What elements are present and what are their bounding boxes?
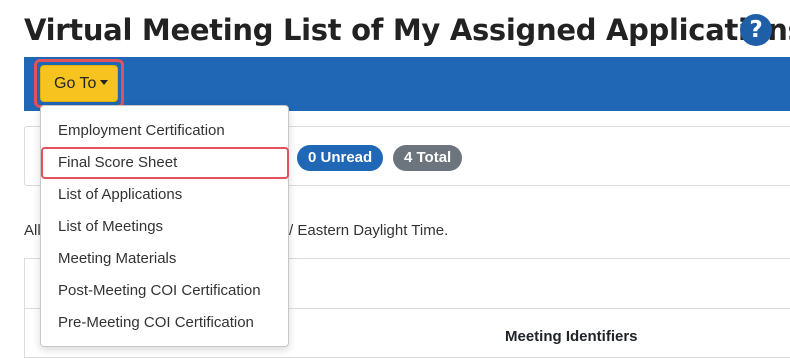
dropdown-item-post-meeting-coi-certification[interactable]: Post-Meeting COI Certification: [41, 275, 288, 307]
dropdown-item-meeting-materials[interactable]: Meeting Materials: [41, 243, 288, 275]
help-icon[interactable]: ?: [740, 14, 772, 46]
column-header-meeting-identifiers: Meeting Identifiers: [505, 328, 638, 345]
dropdown-item-final-score-sheet[interactable]: Final Score Sheet: [41, 147, 289, 179]
goto-button-label: Go To: [54, 75, 97, 92]
caret-down-icon: [100, 80, 109, 85]
dropdown-item-list-of-applications[interactable]: List of Applications: [41, 179, 288, 211]
navbar: [24, 57, 790, 111]
dropdown-item-employment-certification[interactable]: Employment Certification: [41, 115, 288, 147]
info-prefix: All: [24, 222, 41, 239]
page-title: Virtual Meeting List of My Assigned Appl…: [24, 13, 790, 47]
dropdown-item-list-of-meetings[interactable]: List of Meetings: [41, 211, 288, 243]
dropdown-item-pre-meeting-coi-certification[interactable]: Pre-Meeting COI Certification: [41, 307, 288, 339]
goto-dropdown-menu: Employment Certification Final Score She…: [40, 105, 289, 347]
unread-badge[interactable]: 0 Unread: [297, 145, 384, 171]
goto-button[interactable]: Go To: [40, 65, 118, 102]
total-badge[interactable]: 4 Total: [393, 145, 463, 171]
info-suffix: e/ Eastern Daylight Time.: [280, 222, 449, 239]
